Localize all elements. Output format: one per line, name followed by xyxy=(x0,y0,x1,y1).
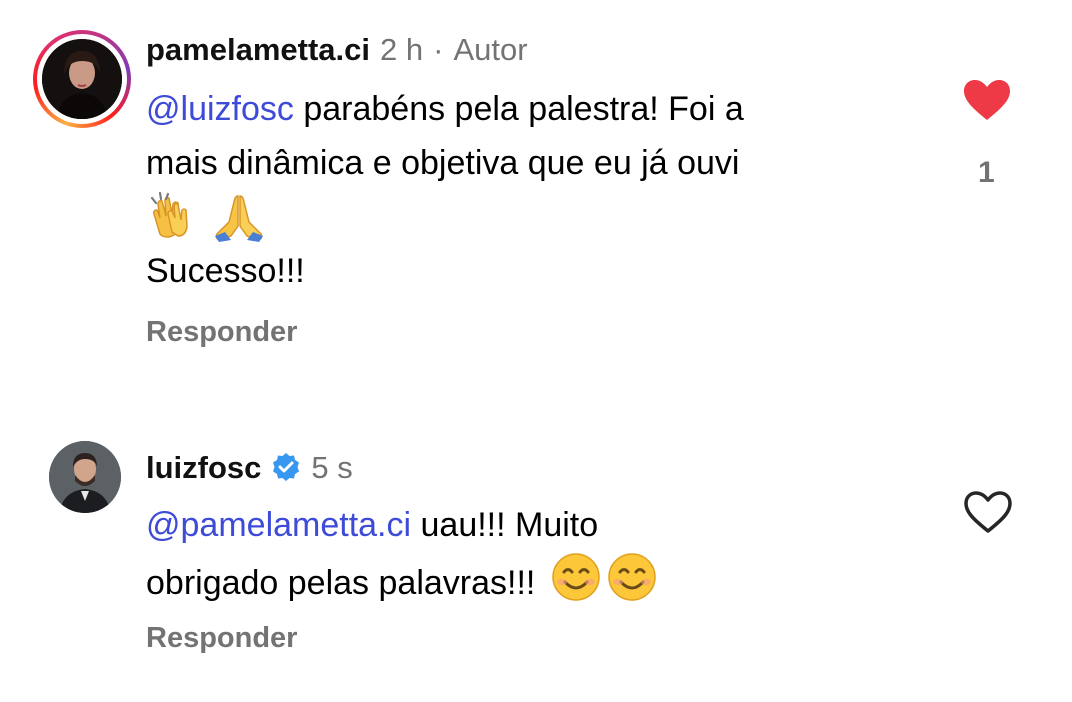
comment-text: @luizfosc parabéns pela palestra! Foi a … xyxy=(146,82,926,298)
comment-username[interactable]: pamelametta.ci xyxy=(146,32,370,68)
like-heart-filled-icon[interactable] xyxy=(962,78,1012,127)
verified-badge-icon xyxy=(271,452,301,482)
like-count: 1 xyxy=(978,156,995,189)
comment-text: @pamelametta.ci uau!!! Muito obrigado pe… xyxy=(146,498,926,618)
comment-timestamp: 5 s xyxy=(311,450,353,485)
avatar xyxy=(42,39,122,119)
reply-button[interactable]: Responder xyxy=(146,316,297,349)
author-badge: Autor xyxy=(453,32,528,67)
avatar-story-ring[interactable] xyxy=(33,30,131,128)
comment-username[interactable]: luizfosc xyxy=(146,450,261,486)
comment-text-line: obrigado pelas palavras!!! xyxy=(146,563,545,602)
comment-timestamp: 2 h xyxy=(380,32,424,67)
smiling-face-emoji-icon xyxy=(551,552,601,618)
comment-text-line: uau!!! Muito xyxy=(411,506,599,544)
reply-button[interactable]: Responder xyxy=(146,622,297,655)
comment-text-line: Sucesso!!! xyxy=(146,252,305,290)
meta-separator: · xyxy=(433,32,444,67)
comment-text-line: mais dinâmica e objetiva que eu já ouvi xyxy=(146,144,740,182)
mention-link[interactable]: @luizfosc xyxy=(146,90,294,128)
comment-text-line: parabéns pela palestra! Foi a xyxy=(293,90,744,128)
comment-item: pamelametta.ci 2 h · Autor @luizfosc par… xyxy=(0,0,1072,380)
smiling-face-emoji-icon xyxy=(607,552,657,618)
mention-link[interactable]: @pamelametta.ci xyxy=(146,506,411,544)
avatar[interactable] xyxy=(49,441,121,513)
comment-item: luizfosc 5 s @pamelametta.ci uau!!! Muit… xyxy=(0,380,1072,702)
like-heart-outline-icon[interactable] xyxy=(963,490,1013,539)
